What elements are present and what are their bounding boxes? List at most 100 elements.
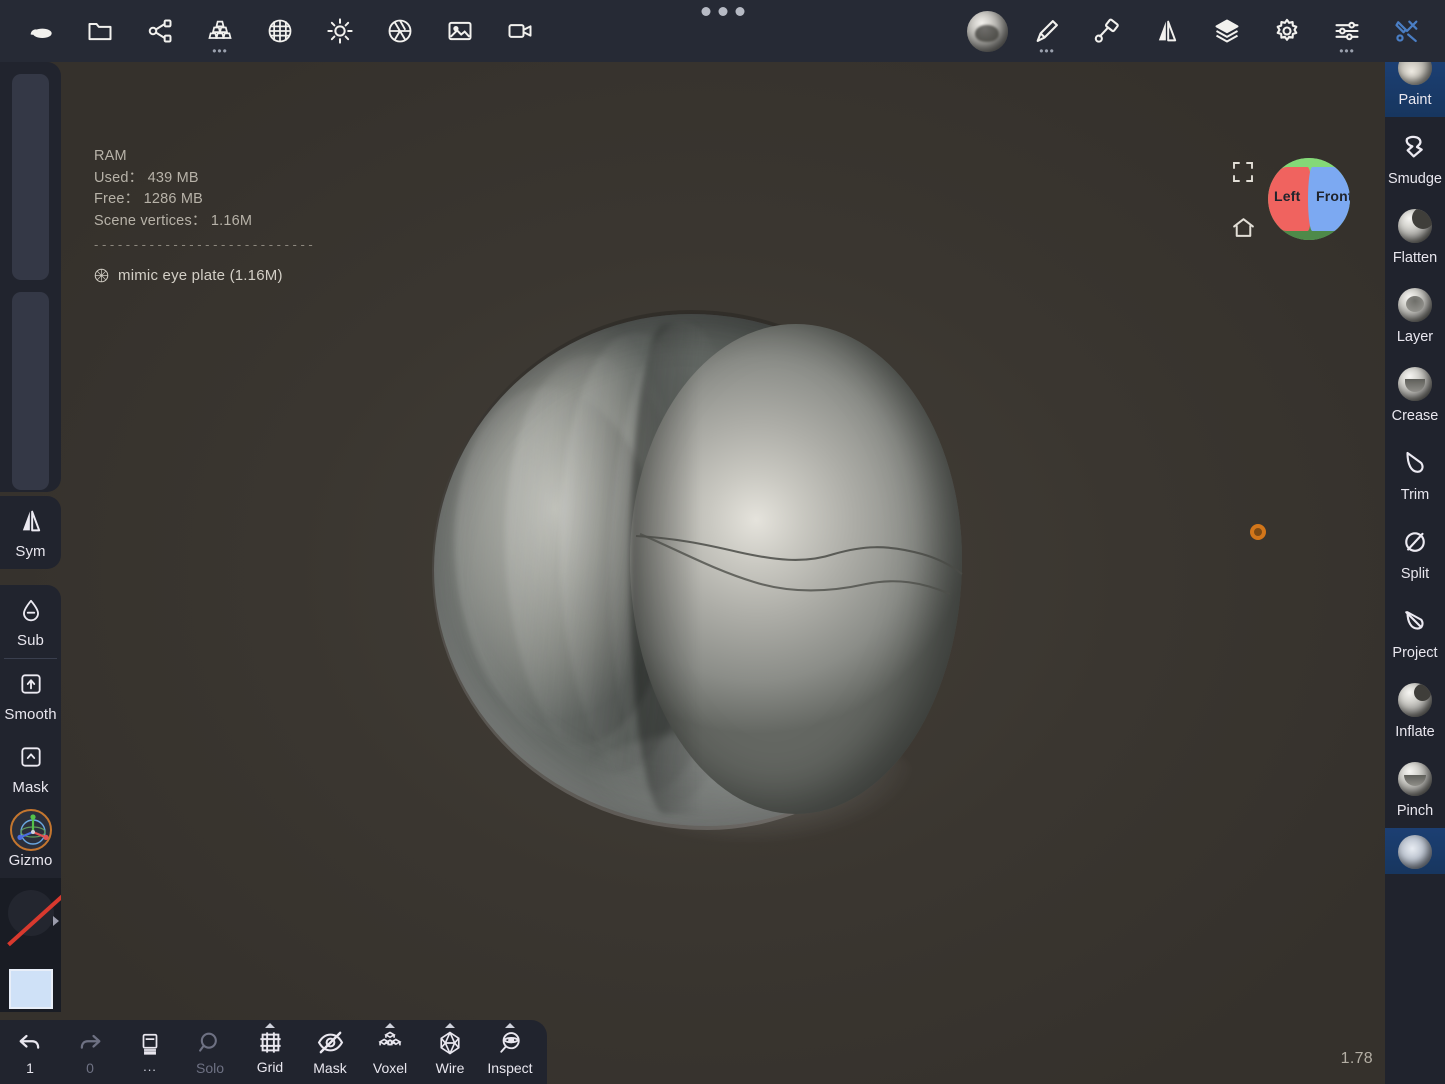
brush-radius-slider[interactable] (0, 62, 61, 286)
sphere-layer-icon (1398, 287, 1432, 323)
square-arrow-up-icon (18, 669, 44, 699)
chevron-right-icon[interactable] (53, 916, 59, 926)
camera-icon[interactable] (490, 0, 550, 62)
inspect-button[interactable]: Inspect (480, 1020, 540, 1084)
brush-label: Inflate (1395, 724, 1435, 740)
light-icon[interactable] (310, 0, 370, 62)
sidebar-item-mask[interactable]: Mask (0, 732, 61, 805)
brush-label: Split (1400, 566, 1430, 582)
top-toolbar-left-group: ••• (0, 0, 550, 62)
square-caret-up-icon (18, 742, 44, 772)
sidebar-item-label: Smooth (4, 706, 57, 723)
ram-used-value: 439 MB (147, 169, 199, 186)
brush-more-dots[interactable]: ••• (1039, 45, 1055, 57)
brush-item-trim[interactable]: Trim (1385, 433, 1445, 512)
sidebar-item-smooth[interactable]: Smooth (0, 659, 61, 732)
bottom-toolbar: 1 0 ... Solo Grid Mask Voxel Wire Inspec… (0, 1020, 547, 1084)
sidebar-item-sym[interactable]: Sym (0, 496, 61, 569)
folder-icon[interactable] (70, 0, 130, 62)
view-orientation-cube[interactable]: Left Front (1268, 158, 1350, 240)
color-swatch[interactable] (8, 969, 53, 1009)
brush-item-inflate[interactable]: Inflate (1385, 670, 1445, 749)
brush-label: Crease (1391, 408, 1439, 424)
zoom-value: 1.78 (1340, 1050, 1373, 1067)
top-toolbar-right-group: ••• ••• (957, 0, 1445, 62)
drag-handle-dots[interactable] (701, 7, 744, 16)
home-icon[interactable] (1228, 212, 1258, 242)
layers-icon[interactable] (1197, 0, 1257, 62)
brush-item-pinch[interactable]: Pinch (1385, 749, 1445, 828)
paint-bucket-icon[interactable] (1077, 0, 1137, 62)
caret-up-icon[interactable] (385, 1023, 395, 1028)
brush-item-project[interactable]: Project (1385, 591, 1445, 670)
stack-more-dots[interactable]: ••• (212, 45, 228, 57)
sidebar-item-gizmo[interactable]: Gizmo (0, 805, 61, 878)
redo-button[interactable]: 0 (60, 1020, 120, 1084)
sliders-icon[interactable]: ••• (1317, 0, 1377, 62)
topology-icon[interactable] (130, 0, 190, 62)
brush-cursor-indicator (1250, 524, 1266, 540)
brush-item-next[interactable] (1385, 828, 1445, 874)
scene-vertices-row: Scene vertices： 1.16M (94, 211, 313, 233)
scene-icon[interactable] (10, 0, 70, 62)
mask-button[interactable]: Mask (300, 1020, 360, 1084)
ram-label: RAM (94, 148, 127, 164)
layers-more-dots[interactable]: ... (143, 1059, 157, 1074)
mirror-icon[interactable] (1137, 0, 1197, 62)
sphere-paint-icon (1398, 62, 1432, 86)
brush-item-split[interactable]: Split (1385, 512, 1445, 591)
sphere-flatten-icon (1398, 208, 1432, 244)
viewport-3d[interactable]: RAM Used： 439 MB Free： 1286 MB Scene ver… (0, 62, 1445, 1084)
brush-item-layer[interactable]: Layer (1385, 275, 1445, 354)
droplet-minus-icon (18, 595, 44, 625)
mesh-icon (94, 268, 109, 282)
layers-button[interactable]: ... (120, 1020, 180, 1084)
color-swatch-container (0, 964, 61, 1012)
brush-label: Project (1392, 645, 1438, 661)
left-sym-panel: Sym (0, 496, 61, 569)
sphere-grid-icon[interactable] (250, 0, 310, 62)
mask-label: Mask (313, 1060, 347, 1076)
brush-item-smudge[interactable]: Smudge (1385, 117, 1445, 196)
caret-up-icon[interactable] (505, 1023, 515, 1028)
mirror-icon (17, 506, 45, 536)
smudge-icon (1399, 129, 1431, 165)
undo-count: 1 (26, 1059, 34, 1076)
wire-label: Wire (435, 1059, 465, 1076)
brush-item-crease[interactable]: Crease (1385, 354, 1445, 433)
brush-icon[interactable]: ••• (1017, 0, 1077, 62)
object-name: mimic eye plate (1.16M) (118, 266, 283, 284)
sculpt-model (434, 258, 964, 858)
sphere-crease-icon (1398, 366, 1432, 402)
voxel-button[interactable]: Voxel (360, 1020, 420, 1084)
caret-up-icon[interactable] (445, 1023, 455, 1028)
sliders-more-dots[interactable]: ••• (1339, 45, 1355, 57)
stack-icon[interactable]: ••• (190, 0, 250, 62)
ram-free-row: Free： 1286 MB (94, 189, 313, 211)
scene-stats-hud: RAM Used： 439 MB Free： 1286 MB Scene ver… (94, 146, 313, 286)
brush-item-flatten[interactable]: Flatten (1385, 196, 1445, 275)
solo-button[interactable]: Solo (180, 1020, 240, 1084)
grid-button[interactable]: Grid (240, 1020, 300, 1084)
aperture-icon[interactable] (370, 0, 430, 62)
caret-up-icon[interactable] (265, 1023, 275, 1028)
gear-icon[interactable] (1257, 0, 1317, 62)
left-slider-panel (0, 62, 61, 492)
split-icon (1400, 524, 1430, 560)
project-icon (1400, 603, 1430, 639)
brush-label: Paint (1398, 92, 1432, 108)
fullscreen-icon[interactable] (1228, 157, 1258, 187)
right-sidebar: Paint Smudge Flatten Layer Crease Trim S… (1385, 62, 1445, 1084)
undo-button[interactable]: 1 (0, 1020, 60, 1084)
top-toolbar: ••• ••• ••• (0, 0, 1445, 62)
material-ball-icon[interactable] (957, 0, 1017, 62)
sidebar-item-sub[interactable]: Sub (0, 585, 61, 658)
object-list-item[interactable]: mimic eye plate (1.16M) (94, 265, 313, 287)
brush-intensity-slider[interactable] (0, 286, 61, 502)
image-icon[interactable] (430, 0, 490, 62)
alpha-preview[interactable] (0, 878, 61, 964)
brush-item-paint[interactable]: Paint (1385, 62, 1445, 117)
tools-icon[interactable] (1377, 0, 1437, 62)
wire-button[interactable]: Wire (420, 1020, 480, 1084)
left-tools-panel: Sub Smooth Mask Gizmo (0, 585, 61, 1012)
